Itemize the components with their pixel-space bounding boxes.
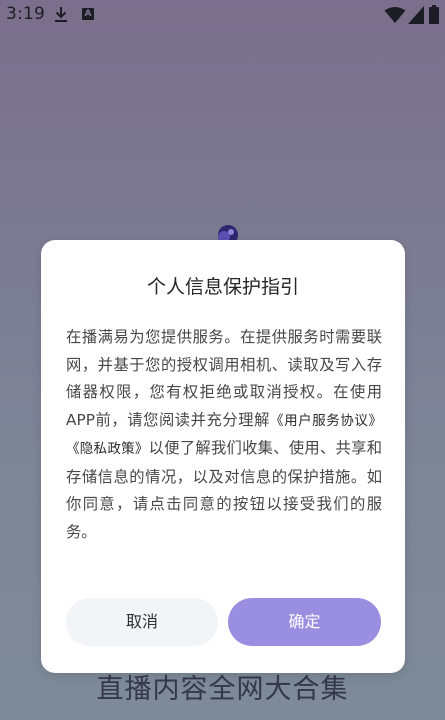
dialog-body: 在播满易为您提供服务。在提供服务时需要联网，并基于您的授权调用相机、读取及写入存…	[66, 324, 382, 546]
download-icon	[55, 7, 67, 22]
app-screen: 3:19 A 直播内容全网大合集 个人信息保护指引 在播满易为您提供服务。在提供…	[0, 0, 445, 720]
battery-icon	[429, 5, 439, 24]
status-time: 3:19	[6, 4, 45, 24]
cancel-button[interactable]: 取消	[66, 598, 218, 646]
dialog-title: 个人信息保护指引	[146, 276, 299, 298]
a-notification-icon: A	[82, 8, 94, 20]
status-bar: 3:19 A	[0, 0, 445, 30]
confirm-button[interactable]: 确定	[228, 598, 381, 646]
privacy-policy-link[interactable]: 《隐私政策》	[66, 441, 149, 457]
wifi-icon	[384, 7, 406, 23]
privacy-dialog: 个人信息保护指引 在播满易为您提供服务。在提供服务时需要联网，并基于您的授权调用…	[41, 240, 405, 673]
user-agreement-link[interactable]: 《用户服务协议》	[270, 413, 382, 429]
signal-icon	[408, 6, 424, 24]
